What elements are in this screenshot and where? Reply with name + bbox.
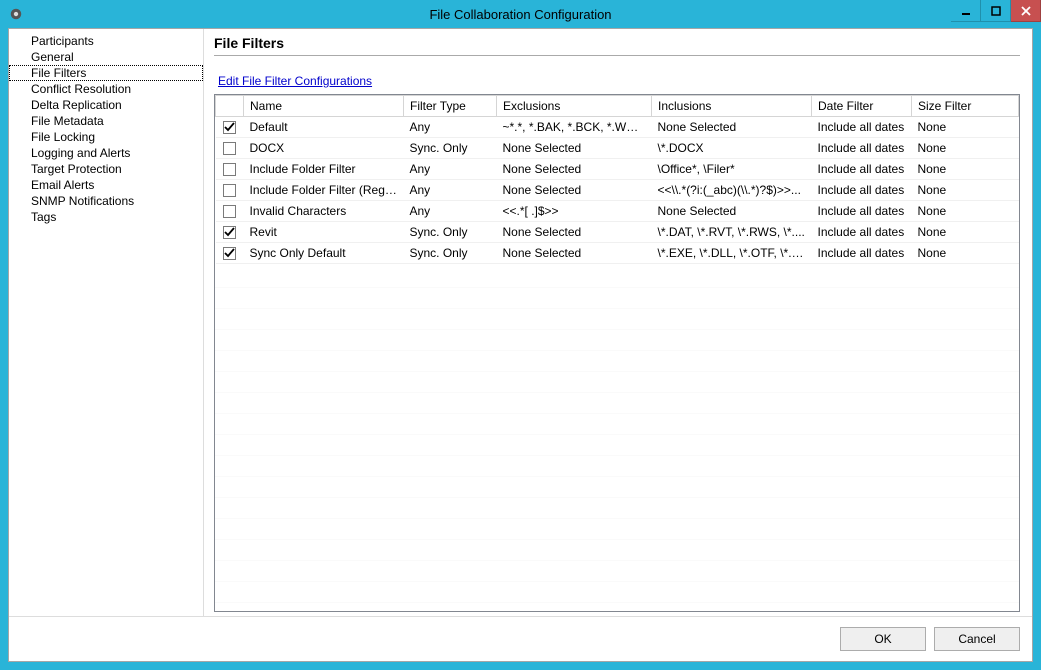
cell-inclusions: \*.DOCX	[652, 138, 812, 159]
table-row[interactable]: Include Folder FilterAnyNone Selected\Of…	[216, 159, 1019, 180]
row-checkbox[interactable]	[223, 247, 236, 260]
cell-date-filter: Include all dates	[812, 222, 912, 243]
cell-exclusions: <<.*[ .]$>>	[497, 201, 652, 222]
cancel-button[interactable]: Cancel	[934, 627, 1020, 651]
sidebar-item-target-protection[interactable]: Target Protection	[9, 161, 203, 177]
row-checkbox[interactable]	[223, 205, 236, 218]
sidebar-item-email-alerts[interactable]: Email Alerts	[9, 177, 203, 193]
table-row[interactable]: DefaultAny~*.*, *.BAK, *.BCK, *.WBK, ...…	[216, 117, 1019, 138]
cell-exclusions: None Selected	[497, 180, 652, 201]
cell-filter-type: Sync. Only	[404, 222, 497, 243]
cell-name: Invalid Characters	[244, 201, 404, 222]
cell-inclusions: \*.DAT, \*.RVT, \*.RWS, \*....	[652, 222, 812, 243]
col-size-filter[interactable]: Size Filter	[912, 96, 1019, 117]
table-row[interactable]: DOCXSync. OnlyNone Selected\*.DOCXInclud…	[216, 138, 1019, 159]
sidebar-item-tags[interactable]: Tags	[9, 209, 203, 225]
cell-filter-type: Any	[404, 180, 497, 201]
cell-name: Include Folder Filter	[244, 159, 404, 180]
app-icon	[8, 6, 24, 22]
close-button[interactable]	[1011, 0, 1041, 22]
cell-inclusions: <<\\.*(?i:(_abc)(\\.*)?$)>>...	[652, 180, 812, 201]
col-filter-type[interactable]: Filter Type	[404, 96, 497, 117]
sidebar: ParticipantsGeneralFile FiltersConflict …	[9, 29, 204, 616]
sidebar-item-file-locking[interactable]: File Locking	[9, 129, 203, 145]
filter-table[interactable]: Name Filter Type Exclusions Inclusions D…	[214, 94, 1020, 612]
table-header-row[interactable]: Name Filter Type Exclusions Inclusions D…	[216, 96, 1019, 117]
col-check[interactable]	[216, 96, 244, 117]
cell-filter-type: Any	[404, 117, 497, 138]
cell-size-filter: None	[912, 243, 1019, 264]
minimize-button[interactable]	[951, 0, 981, 22]
cell-date-filter: Include all dates	[812, 159, 912, 180]
sidebar-item-participants[interactable]: Participants	[9, 33, 203, 49]
sidebar-item-general[interactable]: General	[9, 49, 203, 65]
cell-name: DOCX	[244, 138, 404, 159]
col-date-filter[interactable]: Date Filter	[812, 96, 912, 117]
cell-size-filter: None	[912, 222, 1019, 243]
maximize-button[interactable]	[981, 0, 1011, 22]
cell-size-filter: None	[912, 180, 1019, 201]
cell-exclusions: ~*.*, *.BAK, *.BCK, *.WBK, ...	[497, 117, 652, 138]
cell-inclusions: None Selected	[652, 201, 812, 222]
cell-exclusions: None Selected	[497, 138, 652, 159]
cell-inclusions: \*.EXE, \*.DLL, \*.OTF, \*.T...	[652, 243, 812, 264]
cell-filter-type: Sync. Only	[404, 138, 497, 159]
main-panel: File Filters Edit File Filter Configurat…	[204, 29, 1032, 616]
cell-filter-type: Sync. Only	[404, 243, 497, 264]
content-area: ParticipantsGeneralFile FiltersConflict …	[9, 29, 1032, 617]
cell-exclusions: None Selected	[497, 159, 652, 180]
table-row[interactable]: Sync Only DefaultSync. OnlyNone Selected…	[216, 243, 1019, 264]
sidebar-item-file-filters[interactable]: File Filters	[9, 65, 203, 81]
cell-exclusions: None Selected	[497, 243, 652, 264]
col-exclusions[interactable]: Exclusions	[497, 96, 652, 117]
cell-date-filter: Include all dates	[812, 138, 912, 159]
cell-name: Include Folder Filter (Regex)	[244, 180, 404, 201]
sidebar-item-delta-replication[interactable]: Delta Replication	[9, 97, 203, 113]
cell-size-filter: None	[912, 159, 1019, 180]
row-checkbox[interactable]	[223, 184, 236, 197]
dialog-footer: OK Cancel	[9, 617, 1032, 661]
table-row[interactable]: RevitSync. OnlyNone Selected\*.DAT, \*.R…	[216, 222, 1019, 243]
col-inclusions[interactable]: Inclusions	[652, 96, 812, 117]
cell-name: Default	[244, 117, 404, 138]
cell-date-filter: Include all dates	[812, 243, 912, 264]
sidebar-item-conflict-resolution[interactable]: Conflict Resolution	[9, 81, 203, 97]
edit-filter-configs-link[interactable]: Edit File Filter Configurations	[214, 56, 372, 94]
page-title: File Filters	[214, 33, 1020, 56]
row-checkbox[interactable]	[223, 163, 236, 176]
cell-size-filter: None	[912, 201, 1019, 222]
sidebar-item-logging-and-alerts[interactable]: Logging and Alerts	[9, 145, 203, 161]
cell-exclusions: None Selected	[497, 222, 652, 243]
row-checkbox[interactable]	[223, 121, 236, 134]
caption-buttons	[951, 0, 1041, 22]
cell-date-filter: Include all dates	[812, 180, 912, 201]
cell-date-filter: Include all dates	[812, 117, 912, 138]
cell-name: Revit	[244, 222, 404, 243]
empty-rows-area	[215, 267, 1019, 611]
sidebar-item-snmp-notifications[interactable]: SNMP Notifications	[9, 193, 203, 209]
window-title: File Collaboration Configuration	[0, 7, 1041, 22]
client-area: ParticipantsGeneralFile FiltersConflict …	[8, 28, 1033, 662]
cell-name: Sync Only Default	[244, 243, 404, 264]
row-checkbox[interactable]	[223, 142, 236, 155]
row-checkbox[interactable]	[223, 226, 236, 239]
cell-inclusions: None Selected	[652, 117, 812, 138]
cell-size-filter: None	[912, 117, 1019, 138]
cell-inclusions: \Office*, \Filer*	[652, 159, 812, 180]
col-name[interactable]: Name	[244, 96, 404, 117]
ok-button[interactable]: OK	[840, 627, 926, 651]
titlebar[interactable]: File Collaboration Configuration	[0, 0, 1041, 28]
table-row[interactable]: Invalid CharactersAny<<.*[ .]$>>None Sel…	[216, 201, 1019, 222]
cell-filter-type: Any	[404, 201, 497, 222]
app-window: File Collaboration Configuration Partici…	[0, 0, 1041, 670]
sidebar-item-file-metadata[interactable]: File Metadata	[9, 113, 203, 129]
cell-size-filter: None	[912, 138, 1019, 159]
table-row[interactable]: Include Folder Filter (Regex)AnyNone Sel…	[216, 180, 1019, 201]
cell-date-filter: Include all dates	[812, 201, 912, 222]
cell-filter-type: Any	[404, 159, 497, 180]
